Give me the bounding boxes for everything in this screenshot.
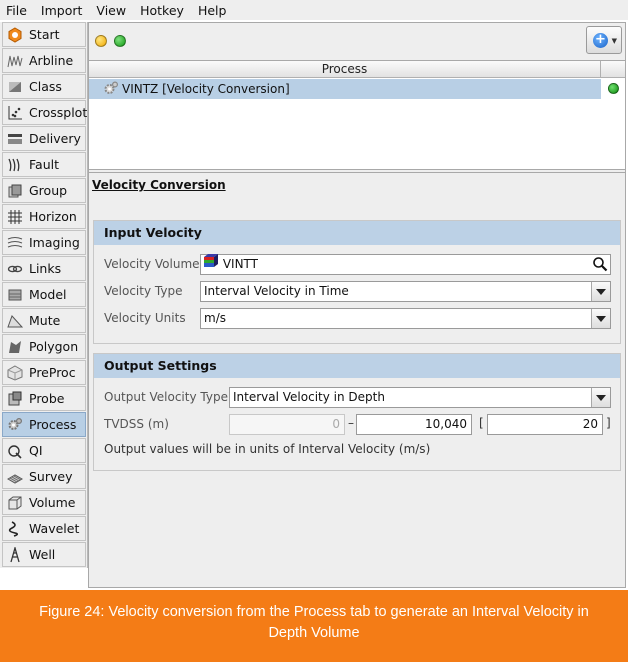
sidebar: Start Arbline Class Crossplot Delivery F… [0,22,88,568]
sidebar-tab-well[interactable]: Well [2,542,86,567]
main-panel: + ▼ Process VINTZ [Velocity Conversion] … [88,22,626,588]
menu-file[interactable]: File [0,3,35,18]
sidebar-tab-model[interactable]: Model [2,282,86,307]
sidebar-tab-wavelet[interactable]: Wavelet [2,516,86,541]
gear-icon [103,80,119,99]
status-yellow-icon [95,35,107,47]
wavelet-icon [7,520,23,537]
sidebar-tab-group[interactable]: Group [2,178,86,203]
menu-help[interactable]: Help [192,3,235,18]
velocity-volume-label: Velocity Volume [104,257,200,271]
tvdss-label: TVDSS (m) [104,417,169,431]
chevron-down-icon[interactable] [591,388,610,407]
sidebar-tab-probe[interactable]: Probe [2,386,86,411]
process-table: Process VINTZ [Velocity Conversion] [89,60,625,170]
sidebar-tab-delivery[interactable]: Delivery [2,126,86,151]
velocity-volume-value: VINTT [222,257,259,271]
volume-icon [7,495,23,511]
tvdss-step-field[interactable]: 20 [487,414,603,435]
sidebar-tab-links[interactable]: Links [2,256,86,281]
sidebar-tab-crossplot[interactable]: Crossplot [2,100,87,125]
chevron-down-icon: ▼ [611,37,617,45]
delivery-icon [7,131,23,147]
menu-hotkey[interactable]: Hotkey [134,3,192,18]
imaging-icon [7,235,23,251]
sidebar-tab-mute[interactable]: Mute [2,308,86,333]
status-green-icon [114,35,126,47]
input-velocity-section: Input Velocity Velocity Volume VINTT Vel… [93,220,621,344]
range-dash: – [348,416,354,430]
class-icon [7,79,23,95]
menu-import[interactable]: Import [35,3,91,18]
figure-caption: Figure 24: Velocity conversion from the … [0,590,628,662]
section-header: Output Settings [94,354,620,378]
group-icon [7,183,23,199]
status-column-header[interactable] [601,61,625,78]
search-icon[interactable] [592,256,608,278]
well-icon [7,546,23,563]
volume-cube-icon [203,253,219,274]
menu-bar: File Import View Hotkey Help [0,0,628,20]
start-icon [7,26,23,43]
step-open-bracket: [ [479,416,484,430]
tvdss-min-field[interactable]: 0 [229,414,345,435]
sidebar-tab-horizon[interactable]: Horizon [2,204,86,229]
velocity-type-select[interactable]: Interval Velocity in Time [200,281,611,302]
table-row[interactable]: VINTZ [Velocity Conversion] [89,79,601,99]
horizon-icon [7,209,23,225]
sidebar-tab-imaging[interactable]: Imaging [2,230,86,255]
fault-icon [7,157,23,173]
sidebar-tab-qi[interactable]: QI [2,438,86,463]
add-process-button[interactable]: + ▼ [586,26,622,54]
survey-icon [7,469,23,485]
process-column-header[interactable]: Process [89,61,601,78]
polygon-icon [7,339,23,355]
sidebar-tab-fault[interactable]: Fault [2,152,86,177]
links-icon [7,261,23,277]
sidebar-tab-start[interactable]: Start [2,22,86,47]
velocity-type-label: Velocity Type [104,284,183,298]
output-units-note: Output values will be in units of Interv… [104,442,431,456]
process-status-icon [608,83,619,94]
sidebar-tab-polygon[interactable]: Polygon [2,334,86,359]
tvdss-max-field[interactable]: 10,040 [356,414,472,435]
output-settings-section: Output Settings Output Velocity Type Int… [93,353,621,471]
toolbar: + ▼ [89,23,625,59]
output-velocity-type-label: Output Velocity Type [104,390,228,404]
process-icon [7,417,23,433]
preproc-icon [7,364,23,381]
velocity-units-select[interactable]: m/s [200,308,611,329]
panel-title: Velocity Conversion [92,178,226,192]
velocity-volume-field[interactable]: VINTT [200,253,611,278]
output-velocity-type-select[interactable]: Interval Velocity in Depth [229,387,611,408]
sidebar-tab-process[interactable]: Process [2,412,86,437]
chevron-down-icon[interactable] [591,282,610,301]
qi-icon [7,443,23,459]
add-icon: + [593,33,608,48]
sidebar-tab-volume[interactable]: Volume [2,490,86,515]
sidebar-tab-preproc[interactable]: PreProc [2,360,86,385]
menu-view[interactable]: View [90,3,134,18]
chevron-down-icon[interactable] [591,309,610,328]
crossplot-icon [7,105,23,121]
sidebar-tab-arbline[interactable]: Arbline [2,48,86,73]
model-icon [7,287,23,303]
velocity-units-label: Velocity Units [104,311,186,325]
sidebar-tab-class[interactable]: Class [2,74,86,99]
settings-panel: Velocity Conversion Input Velocity Veloc… [89,172,625,587]
arbline-icon [7,53,23,69]
mute-icon [7,313,23,329]
sidebar-tab-survey[interactable]: Survey [2,464,86,489]
process-name: VINTZ [Velocity Conversion] [122,82,290,96]
section-header: Input Velocity [94,221,620,245]
step-close-bracket: ] [606,416,611,430]
probe-icon [7,391,23,407]
